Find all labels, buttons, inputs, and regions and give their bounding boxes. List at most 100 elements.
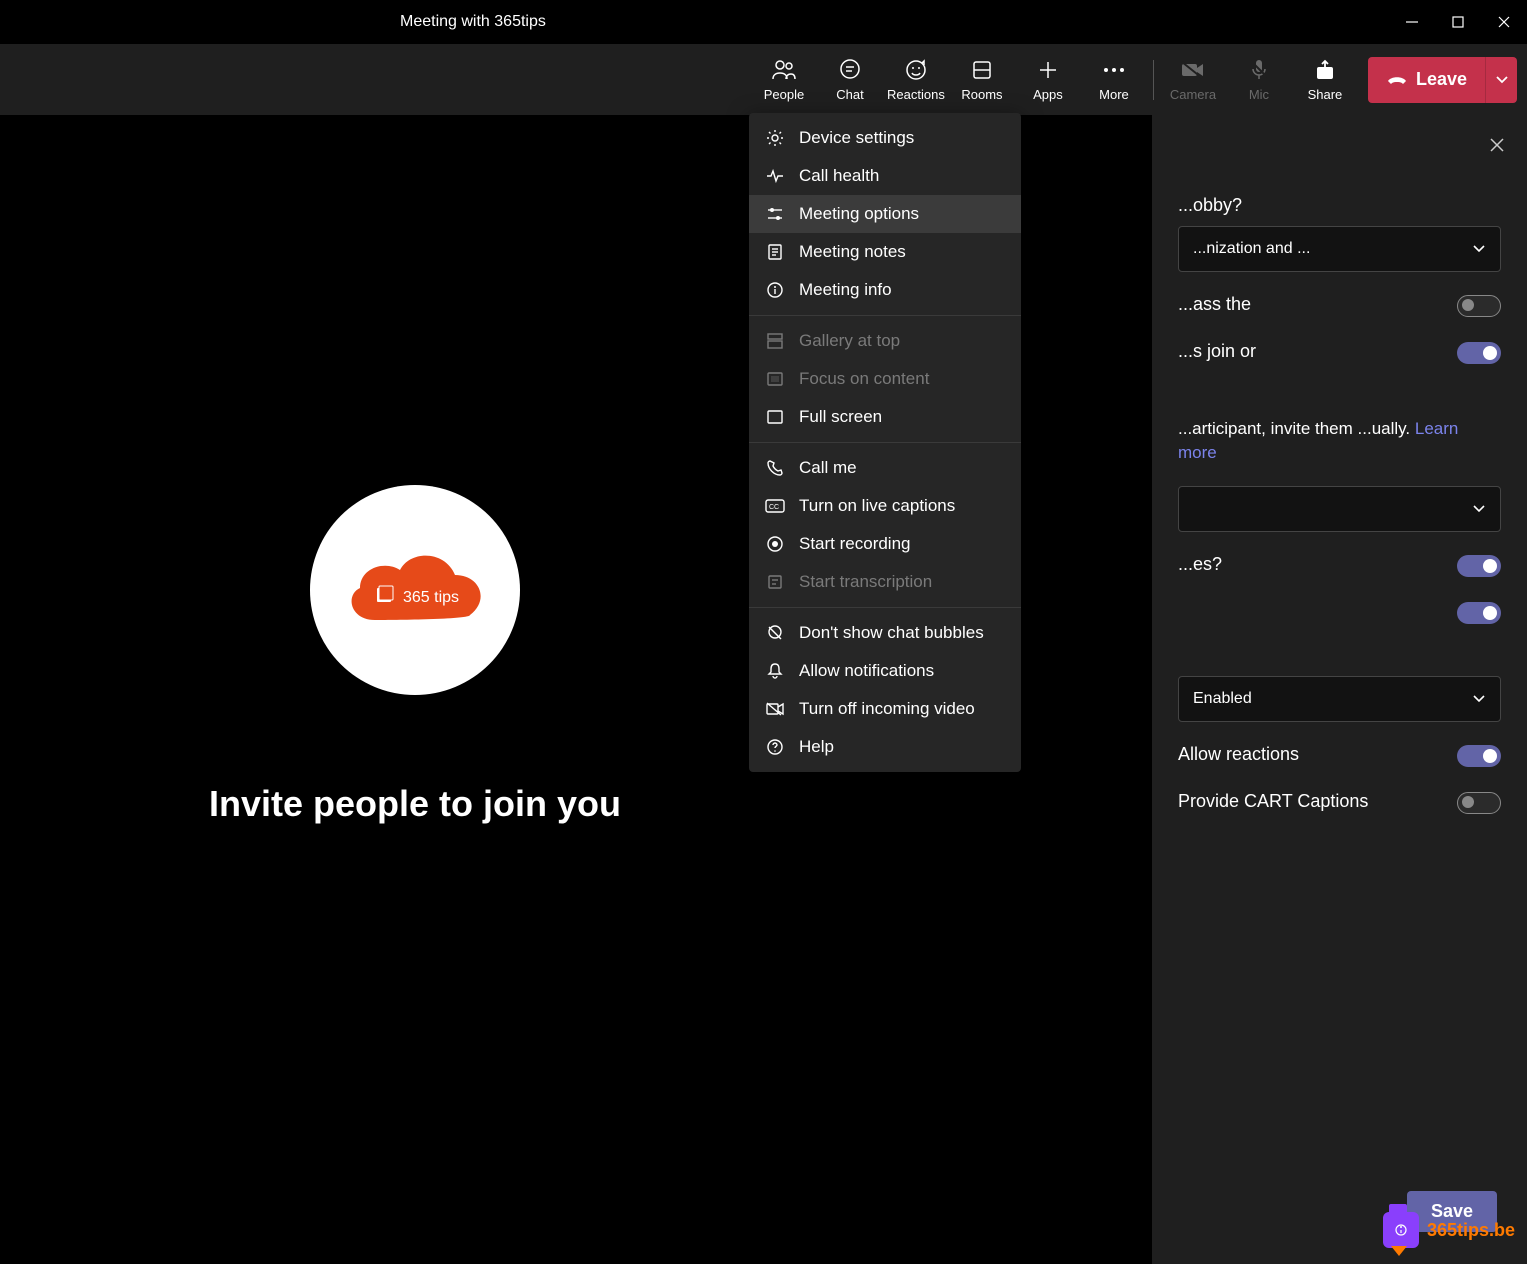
chat-select[interactable]: Enabled [1178, 676, 1501, 722]
menu-item-label: Meeting info [799, 280, 892, 300]
cart-captions-toggle[interactable] [1457, 792, 1501, 814]
mic-button[interactable]: Mic [1226, 47, 1292, 113]
leave-label: Leave [1416, 69, 1467, 90]
minimize-button[interactable] [1389, 0, 1435, 44]
allow-reactions-label: Allow reactions [1178, 742, 1443, 767]
help-icon [765, 737, 785, 757]
rooms-icon [971, 58, 993, 82]
menu-item-record[interactable]: Start recording [749, 525, 1021, 563]
chat-off-icon [765, 623, 785, 643]
more-button[interactable]: More [1081, 47, 1147, 113]
leave-chevron-button[interactable] [1485, 57, 1517, 103]
cart-captions-label: Provide CART Captions [1178, 789, 1443, 814]
cc-icon: CC [765, 496, 785, 516]
menu-item-gear[interactable]: Device settings [749, 119, 1021, 157]
callers-bypass-toggle[interactable] [1457, 295, 1501, 317]
menu-item-label: Meeting notes [799, 242, 906, 262]
chat-icon [838, 58, 862, 82]
announce-join-toggle[interactable] [1457, 342, 1501, 364]
camera-question-label [1178, 599, 1443, 624]
camera-label: Camera [1170, 87, 1216, 102]
watermark: 365tips.be [1383, 1212, 1515, 1248]
menu-item-label: Don't show chat bubbles [799, 623, 984, 643]
menu-item-phone[interactable]: Call me [749, 449, 1021, 487]
menu-item-chat-off[interactable]: Don't show chat bubbles [749, 614, 1021, 652]
watermark-icon [1383, 1212, 1419, 1248]
menu-item-help[interactable]: Help [749, 728, 1021, 766]
reactions-icon [904, 58, 928, 82]
menu-item-label: Turn on live captions [799, 496, 955, 516]
meeting-options-panel: ...obby? ...nization and ... ...ass the … [1152, 115, 1527, 1264]
window-title: Meeting with 365tips [400, 13, 546, 31]
allow-mic-toggle[interactable] [1457, 555, 1501, 577]
menu-item-label: Help [799, 737, 834, 757]
menu-item-video-off[interactable]: Turn off incoming video [749, 690, 1021, 728]
menu-item-label: Allow notifications [799, 661, 934, 681]
info-icon [765, 280, 785, 300]
center-content: 365 tips Invite people to join you [0, 115, 830, 1264]
menu-item-label: Meeting options [799, 204, 919, 224]
menu-item-gallery-top: Gallery at top [749, 322, 1021, 360]
more-label: More [1099, 87, 1129, 102]
maximize-button[interactable] [1435, 0, 1481, 44]
bell-icon [765, 661, 785, 681]
menu-item-transcript: Start transcription [749, 563, 1021, 601]
menu-item-label: Device settings [799, 128, 914, 148]
menu-item-info[interactable]: Meeting info [749, 271, 1021, 309]
announce-join-label: ...s join or [1178, 339, 1443, 364]
mic-off-icon [1248, 58, 1270, 82]
pulse-icon [765, 166, 785, 186]
apps-icon [1037, 58, 1059, 82]
meeting-toolbar: People Chat Reactions Rooms Apps More Ca… [0, 44, 1527, 115]
people-icon [771, 58, 797, 82]
fullscreen-icon [765, 407, 785, 427]
camera-button[interactable]: Camera [1160, 47, 1226, 113]
title-bar: Meeting with 365tips [0, 0, 1527, 44]
menu-divider [749, 607, 1021, 608]
menu-item-fullscreen[interactable]: Full screen [749, 398, 1021, 436]
menu-item-label: Turn off incoming video [799, 699, 975, 719]
menu-divider [749, 442, 1021, 443]
menu-item-label: Call health [799, 166, 879, 186]
callers-bypass-label: ...ass the [1178, 292, 1443, 317]
reactions-button[interactable]: Reactions [883, 47, 949, 113]
menu-item-pulse[interactable]: Call health [749, 157, 1021, 195]
phone-icon [765, 458, 785, 478]
menu-item-label: Full screen [799, 407, 882, 427]
rooms-button[interactable]: Rooms [949, 47, 1015, 113]
notes-icon [765, 242, 785, 262]
chat-label: Chat [836, 87, 863, 102]
lobby-select[interactable]: ...nization and ... [1178, 226, 1501, 272]
menu-item-cc[interactable]: CC Turn on live captions [749, 487, 1021, 525]
mic-question-label: ...es? [1178, 552, 1443, 577]
lobby-select-value: ...nization and ... [1193, 240, 1310, 258]
presenter-info-text: ...articipant, invite them ...ually. Lea… [1178, 417, 1501, 466]
apps-button[interactable]: Apps [1015, 47, 1081, 113]
gear-icon [765, 128, 785, 148]
menu-item-label: Focus on content [799, 369, 929, 389]
leave-group: Leave [1368, 57, 1517, 103]
presenter-select[interactable] [1178, 486, 1501, 532]
chevron-down-icon [1472, 504, 1486, 514]
leave-button[interactable]: Leave [1368, 57, 1485, 103]
record-icon [765, 534, 785, 554]
menu-item-focus: Focus on content [749, 360, 1021, 398]
people-button[interactable]: People [751, 47, 817, 113]
menu-item-label: Call me [799, 458, 857, 478]
menu-item-bell[interactable]: Allow notifications [749, 652, 1021, 690]
allow-reactions-toggle[interactable] [1457, 745, 1501, 767]
chevron-down-icon [1472, 244, 1486, 254]
close-window-button[interactable] [1481, 0, 1527, 44]
allow-camera-toggle[interactable] [1457, 602, 1501, 624]
share-button[interactable]: Share [1292, 47, 1358, 113]
toolbar-divider [1153, 60, 1154, 100]
menu-item-notes[interactable]: Meeting notes [749, 233, 1021, 271]
avatar-logo: 365 tips [335, 540, 495, 640]
close-panel-button[interactable] [1487, 135, 1507, 155]
menu-item-sliders[interactable]: Meeting options [749, 195, 1021, 233]
share-icon [1314, 58, 1336, 82]
mic-label: Mic [1249, 87, 1269, 102]
menu-item-label: Start transcription [799, 572, 932, 592]
focus-icon [765, 369, 785, 389]
chat-button[interactable]: Chat [817, 47, 883, 113]
